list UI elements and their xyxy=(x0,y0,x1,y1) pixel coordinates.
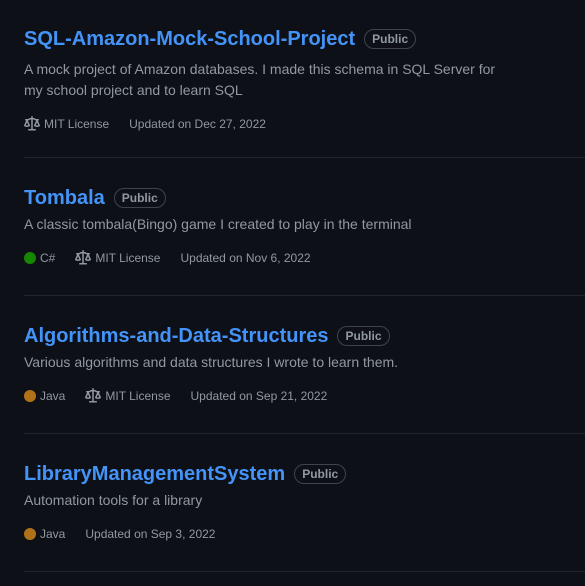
law-icon xyxy=(24,116,40,131)
language-label: Java xyxy=(40,527,66,541)
repo-header: Algorithms-and-Data-Structures Public xyxy=(24,323,585,349)
language-label: Java xyxy=(40,389,66,403)
language-color-dot xyxy=(24,252,36,264)
license-item[interactable]: MIT License xyxy=(85,388,171,404)
language-color-dot xyxy=(24,528,36,540)
repo-description: Various algorithms and data structures I… xyxy=(24,354,399,370)
repository-list: SQL-Amazon-Mock-School-Project Public A … xyxy=(0,0,585,586)
updated-date: Updated on Sep 21, 2022 xyxy=(190,389,328,403)
language-label: C# xyxy=(40,251,56,265)
repo-name-link[interactable]: SQL-Amazon-Mock-School-Project xyxy=(24,28,355,51)
visibility-badge: Public xyxy=(337,326,390,346)
repo-meta: C# MIT License Updated on Nov 6, 2022 xyxy=(24,249,585,267)
license-item[interactable]: MIT License xyxy=(75,250,160,266)
language-color-dot xyxy=(24,390,36,402)
visibility-badge: Public xyxy=(364,29,417,49)
license-label: MIT License xyxy=(95,251,161,265)
license-label: MIT License xyxy=(44,117,110,131)
repo-header: LibraryManagementSystem Public xyxy=(24,461,585,487)
repo-list-item: Tombala Public A classic tombala(Bingo) … xyxy=(24,185,585,296)
language-item: C# xyxy=(24,251,55,265)
repo-name-link[interactable]: LibraryManagementSystem xyxy=(24,463,285,486)
license-item[interactable]: MIT License xyxy=(24,116,109,132)
updated-date: Updated on Sep 3, 2022 xyxy=(85,527,216,541)
repo-description: A classic tombala(Bingo) game I created … xyxy=(24,216,412,232)
law-icon xyxy=(75,250,92,265)
updated-date: Updated on Nov 6, 2022 xyxy=(180,251,311,265)
repo-description: A mock project of Amazon databases. I ma… xyxy=(24,61,496,98)
repo-meta: MIT License Updated on Dec 27, 2022 xyxy=(24,115,585,133)
repo-meta: Java Updated on Sep 3, 2022 xyxy=(24,525,585,543)
repo-meta: Java MIT License Updated on Sep 21, 2022 xyxy=(24,387,585,405)
repo-list-item: Algorithms-and-Data-Structures Public Va… xyxy=(24,323,585,434)
visibility-badge: Public xyxy=(294,464,347,484)
repo-list-item: LibraryManagementSystem Public Automatio… xyxy=(24,461,585,572)
license-label: MIT License xyxy=(105,389,171,403)
updated-date: Updated on Dec 27, 2022 xyxy=(129,117,266,131)
repo-name-link[interactable]: Tombala xyxy=(24,187,105,210)
repo-name-link[interactable]: Algorithms-and-Data-Structures xyxy=(24,325,328,348)
repo-list-item: SQL-Amazon-Mock-School-Project Public A … xyxy=(24,26,585,158)
law-icon xyxy=(85,388,102,403)
visibility-badge: Public xyxy=(113,188,166,208)
repo-description: Automation tools for a library xyxy=(24,492,203,508)
language-item: Java xyxy=(24,527,65,541)
repo-header: Tombala Public xyxy=(24,185,585,211)
repo-header: SQL-Amazon-Mock-School-Project Public xyxy=(24,26,585,52)
language-item: Java xyxy=(24,389,65,403)
